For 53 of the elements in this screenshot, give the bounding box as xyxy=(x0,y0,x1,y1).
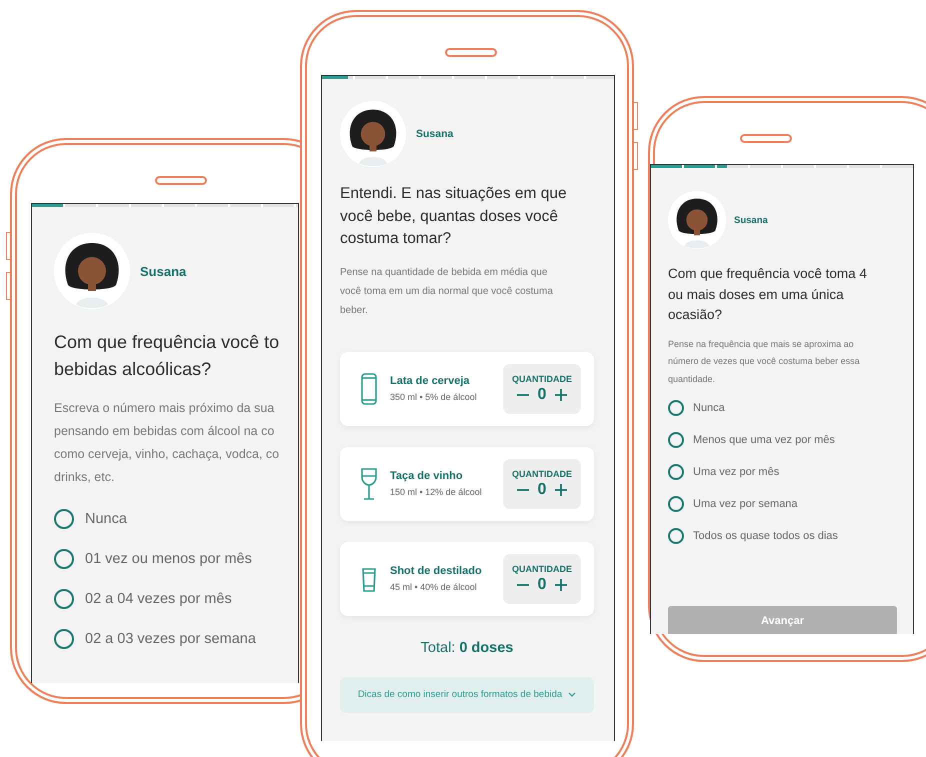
quantity-value: 0 xyxy=(538,386,546,404)
assistant-name: Susana xyxy=(140,264,186,278)
drink-detail: 45 ml • 40% de álcool xyxy=(390,582,478,592)
assistant-name: Susana xyxy=(416,128,454,140)
radio-option[interactable]: 02 a 04 vezes por mês xyxy=(54,589,232,609)
radio-option[interactable]: Menos que uma vez por mês xyxy=(668,432,835,448)
radio-button[interactable] xyxy=(54,549,74,569)
radio-option[interactable]: Uma vez por mês xyxy=(668,464,780,480)
drink-name: Taça de vinho xyxy=(390,470,464,482)
radio-option[interactable]: Todos os quase todos os dias xyxy=(668,528,838,544)
speaker-slot xyxy=(740,134,792,143)
plus-icon xyxy=(554,388,568,402)
radio-button[interactable] xyxy=(668,432,684,448)
quantity-value: 0 xyxy=(538,576,546,594)
radio-option[interactable]: Nunca xyxy=(668,400,725,416)
radio-button[interactable] xyxy=(54,509,74,529)
minus-icon xyxy=(516,394,530,396)
minus-icon xyxy=(516,584,530,586)
radio-button[interactable] xyxy=(54,629,74,649)
radio-button[interactable] xyxy=(668,400,684,416)
radio-button[interactable] xyxy=(668,464,684,480)
radio-button[interactable] xyxy=(668,496,684,512)
quantity-value: 0 xyxy=(538,480,546,498)
radio-option[interactable]: 02 a 03 vezes por semana xyxy=(54,629,256,649)
question-title: Com que frequência você to bebidas alcoólicas? xyxy=(54,331,280,381)
total-doses: Total: 0 doses xyxy=(420,640,514,656)
assistant-name: Susana xyxy=(734,214,768,226)
quantity-label: QUANTIDADE xyxy=(512,564,572,574)
question-title: Com que frequência você toma 4 ou mais doses em uma única ocasião? xyxy=(668,265,868,324)
drink-detail: 350 ml • 5% de álcool xyxy=(390,392,478,402)
wine-glass-icon xyxy=(358,466,380,502)
radio-option[interactable]: Uma vez por semana xyxy=(668,496,798,512)
quantity-label: QUANTIDADE xyxy=(512,374,572,384)
speaker-slot xyxy=(155,176,207,185)
plus-icon xyxy=(554,482,568,496)
question-hint: Pense na quantidade de bebida em média que você toma em um dia normal que você costuma beber. xyxy=(340,266,554,318)
speaker-slot xyxy=(445,48,497,57)
question-hint: Escreva o número mais próximo da sua pensando em bebidas com álcool na co como cerveja, vinho, cachaça, vodca, co drinks, etc. xyxy=(54,400,280,486)
plus-icon xyxy=(554,578,568,592)
can-icon xyxy=(358,370,380,406)
radio-option[interactable]: 01 vez ou menos por mês xyxy=(54,549,252,569)
radio-button[interactable] xyxy=(54,589,74,609)
chevron-down-icon xyxy=(568,692,576,698)
minus-icon xyxy=(516,488,530,490)
radio-option[interactable]: Nunca xyxy=(54,509,127,529)
drink-name: Shot de destilado xyxy=(390,565,483,577)
quantity-label: QUANTIDADE xyxy=(512,468,572,478)
drink-name: Lata de cerveja xyxy=(390,375,470,387)
tips-dropdown[interactable]: Dicas de como inserir outros formatos de bebida xyxy=(340,676,594,712)
drink-detail: 150 ml • 12% de álcool xyxy=(390,487,483,497)
radio-button[interactable] xyxy=(668,528,684,544)
question-title: Entendi. E nas situações em que você bebe, quantas doses você costuma tomar? xyxy=(340,184,568,249)
question-hint: Pense na frequência que mais se aproxima ao número de vezes que você costuma beber essa quantidade. xyxy=(668,338,861,386)
